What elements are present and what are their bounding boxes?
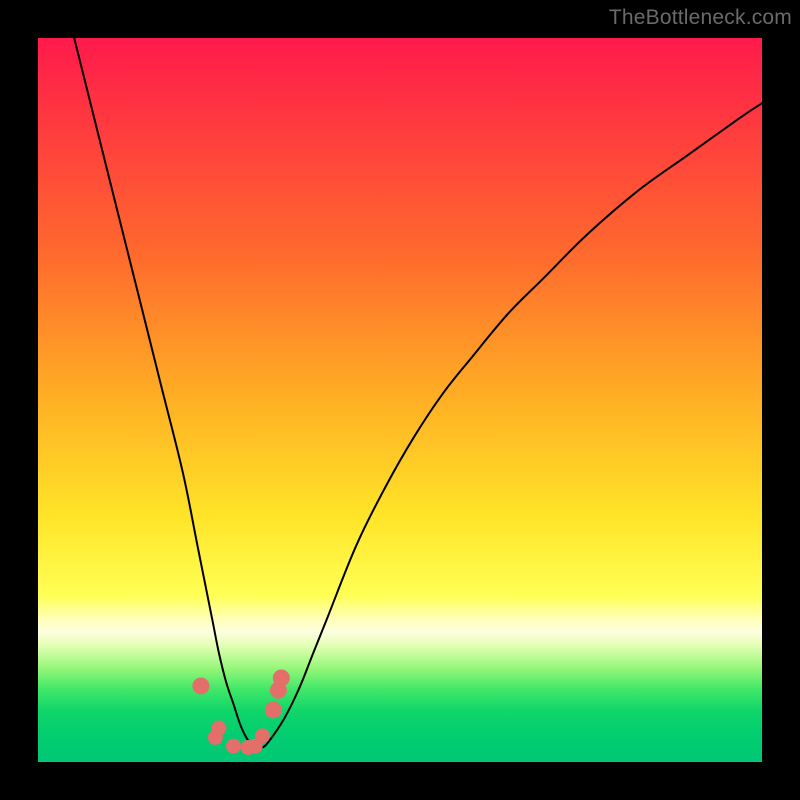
curve-marker: [255, 728, 270, 743]
curve-marker: [226, 739, 241, 754]
curve-marker: [192, 678, 209, 695]
curve-marker: [265, 701, 282, 718]
chart-svg: [38, 38, 762, 762]
watermark-text: TheBottleneck.com: [609, 6, 792, 30]
curve-marker: [273, 670, 290, 687]
bottleneck-curve: [74, 38, 762, 748]
plot-area: [38, 38, 762, 762]
chart-container: TheBottleneck.com: [0, 0, 800, 800]
curve-marker: [212, 721, 227, 736]
curve-markers: [192, 670, 289, 756]
